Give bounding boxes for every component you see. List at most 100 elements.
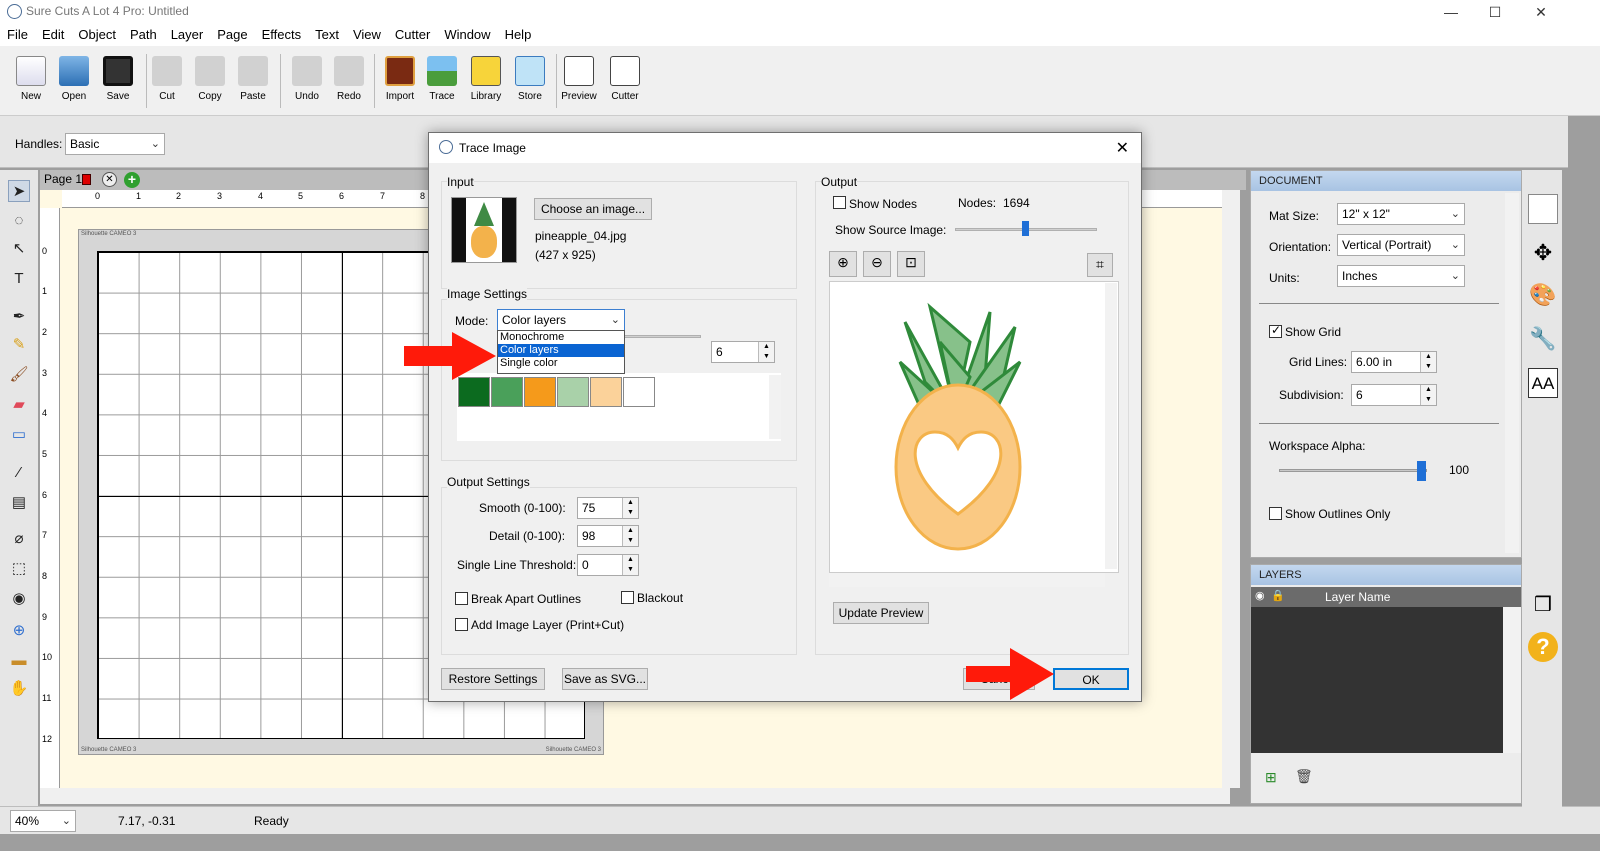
close-button[interactable]: ✕ [1518, 0, 1564, 24]
font-icon[interactable]: AA [1528, 368, 1558, 398]
preview-hscroll[interactable] [829, 573, 1105, 587]
threshold-stepper[interactable]: 0 ▲ ▼ [577, 554, 639, 576]
menu-effects[interactable]: Effects [255, 24, 309, 46]
pencil-tool-icon[interactable]: ✎ [8, 334, 30, 356]
alpha-slider-track[interactable] [1279, 469, 1427, 472]
hand-tool-icon[interactable]: ✋ [8, 678, 30, 700]
source-slider-thumb[interactable] [1022, 221, 1029, 236]
brush-tool-icon[interactable]: 🖌 [8, 364, 30, 386]
paste-button[interactable]: Paste [230, 52, 276, 112]
detail-stepper[interactable]: 98 ▲ ▼ [577, 525, 639, 547]
handles-dropdown[interactable]: Basic ⌄ [65, 133, 165, 155]
page-color-swatch[interactable] [82, 174, 91, 185]
node-tool-icon[interactable]: ↖ [8, 238, 30, 260]
menu-file[interactable]: File [0, 24, 35, 46]
open-button[interactable]: Open [51, 52, 97, 112]
mode-option-monochrome[interactable]: Monochrome [498, 331, 624, 344]
zoom-out-icon[interactable]: ⊖ [863, 251, 891, 277]
color-swatch[interactable] [590, 377, 622, 407]
wrench-icon[interactable]: 🔧 [1528, 324, 1558, 354]
menu-window[interactable]: Window [437, 24, 497, 46]
update-preview-button[interactable]: Update Preview [833, 602, 929, 624]
knife-tool-icon[interactable]: ⌀ [8, 528, 30, 550]
minimize-button[interactable]: — [1428, 0, 1474, 24]
page-tab[interactable]: Page 1 [44, 172, 82, 186]
weld-tool-icon[interactable]: ◉ [8, 588, 30, 610]
zoom-in-icon[interactable]: ⊕ [829, 251, 857, 277]
break-apart-checkbox[interactable] [455, 592, 468, 605]
mat-size-dropdown[interactable]: 12" x 12" ⌄ [1337, 203, 1465, 225]
restore-settings-button[interactable]: Restore Settings [441, 668, 545, 690]
preview-vscroll[interactable] [1105, 283, 1117, 569]
ruler-tool-icon[interactable]: ▬ [8, 650, 30, 672]
menu-page[interactable]: Page [210, 24, 254, 46]
orientation-dropdown[interactable]: Vertical (Portrait) ⌄ [1337, 234, 1465, 256]
library-button[interactable]: Library [463, 52, 509, 112]
show-outlines-checkbox[interactable] [1269, 507, 1282, 520]
text-tool-icon[interactable]: T [8, 268, 30, 290]
add-image-layer-checkbox[interactable] [455, 618, 468, 631]
menu-object[interactable]: Object [71, 24, 123, 46]
eyedropper-tool-icon[interactable]: ⁄ [8, 462, 30, 484]
menu-layer[interactable]: Layer [164, 24, 211, 46]
add-layer-icon[interactable]: ⊞ [1265, 769, 1277, 786]
vertical-scrollbar[interactable] [1222, 190, 1240, 788]
save-button[interactable]: Save [95, 52, 141, 112]
smooth-stepper[interactable]: 75 ▲ ▼ [577, 497, 639, 519]
import-button[interactable]: Import [377, 52, 423, 112]
remove-page-icon[interactable]: ✕ [102, 172, 117, 187]
document-icon[interactable] [1528, 194, 1558, 224]
zoom-tool-icon[interactable]: ⊕ [8, 620, 30, 642]
units-dropdown[interactable]: Inches ⌄ [1337, 265, 1465, 287]
cut-button[interactable]: Cut [144, 52, 190, 112]
show-nodes-checkbox[interactable] [833, 196, 846, 209]
redo-button[interactable]: Redo [326, 52, 372, 112]
menu-edit[interactable]: Edit [35, 24, 71, 46]
trace-preview[interactable] [829, 281, 1119, 573]
layers-scrollbar[interactable] [1503, 607, 1521, 753]
gradient-tool-icon[interactable]: ▤ [8, 492, 30, 514]
help-icon[interactable]: ? [1528, 632, 1558, 662]
menu-text[interactable]: Text [308, 24, 346, 46]
menu-help[interactable]: Help [498, 24, 539, 46]
layers-list[interactable] [1251, 607, 1503, 753]
select-tool-icon[interactable]: ➤ [8, 180, 30, 202]
trace-button[interactable]: Trace [419, 52, 465, 112]
subdivision-stepper[interactable]: 6 ▲ ▼ [1351, 384, 1437, 406]
eraser-tool-icon[interactable]: ▰ [8, 394, 30, 416]
lasso-tool-icon[interactable]: ◌ [8, 210, 30, 232]
menu-path[interactable]: Path [123, 24, 164, 46]
zoom-fit-icon[interactable]: ⊡ [897, 251, 925, 277]
preview-button[interactable]: Preview [556, 52, 602, 112]
show-grid-checkbox[interactable] [1269, 323, 1282, 338]
layers-icon[interactable]: ❒ [1528, 590, 1558, 620]
color-swatch[interactable] [623, 377, 655, 407]
copy-button[interactable]: Copy [187, 52, 233, 112]
swatch-scrollbar[interactable] [769, 375, 781, 439]
menu-view[interactable]: View [346, 24, 388, 46]
ok-button[interactable]: OK [1053, 668, 1129, 690]
mode-dropdown[interactable]: Color layers ⌄ [497, 309, 625, 331]
choose-image-button[interactable]: Choose an image... [534, 198, 652, 220]
dialog-close-icon[interactable]: ✕ [1116, 138, 1129, 158]
maximize-button[interactable]: ☐ [1472, 0, 1518, 24]
save-svg-button[interactable]: Save as SVG... [562, 668, 648, 690]
zoom-dropdown[interactable]: 40% ⌄ [10, 810, 76, 832]
cutter-button[interactable]: Cutter [602, 52, 648, 112]
menu-cutter[interactable]: Cutter [388, 24, 437, 46]
document-scrollbar[interactable] [1505, 193, 1519, 553]
mode-option-single-color[interactable]: Single color [498, 357, 624, 370]
alpha-slider-thumb[interactable] [1417, 461, 1426, 481]
palette-icon[interactable]: 🎨 [1528, 280, 1558, 310]
colors-stepper[interactable]: 6 ▲ ▼ [711, 341, 775, 363]
pen-tool-icon[interactable]: ✒ [8, 306, 30, 328]
delete-layer-icon[interactable]: 🗑 [1295, 768, 1313, 785]
grid-lines-stepper[interactable]: 6.00 in ▲ ▼ [1351, 351, 1437, 373]
add-page-icon[interactable]: + [124, 172, 140, 188]
color-swatch[interactable] [524, 377, 556, 407]
store-button[interactable]: Store [507, 52, 553, 112]
color-swatch[interactable] [557, 377, 589, 407]
horizontal-scrollbar[interactable] [40, 788, 1230, 804]
crop-icon[interactable]: ⌗ [1087, 253, 1113, 277]
undo-button[interactable]: Undo [284, 52, 330, 112]
